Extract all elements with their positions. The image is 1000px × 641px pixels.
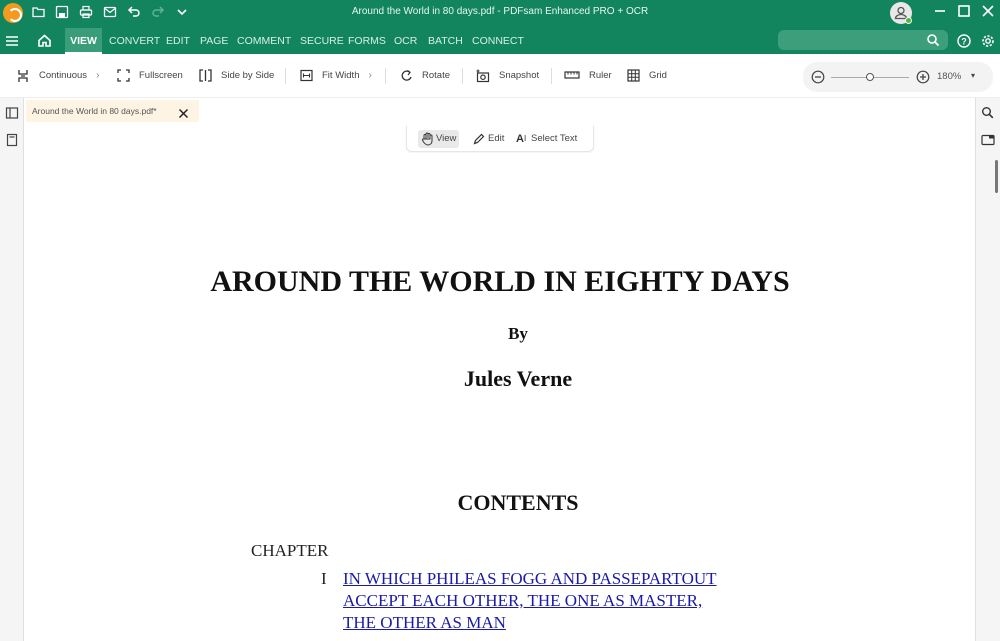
window-title: Around the World in 80 days.pdf - PDFsam… bbox=[351, 6, 649, 17]
zoom-slider-thumb[interactable] bbox=[866, 73, 874, 81]
fullscreen-icon bbox=[116, 69, 130, 83]
help-icon[interactable]: ? bbox=[957, 34, 971, 53]
view-mode-label: View bbox=[436, 133, 457, 144]
search-icon bbox=[927, 34, 940, 47]
search-document-icon[interactable] bbox=[981, 106, 994, 124]
continuous-button[interactable]: Continuous › bbox=[16, 68, 99, 84]
byline: By bbox=[508, 324, 528, 343]
ruler-label: Ruler bbox=[589, 70, 612, 81]
toolbar-divider bbox=[551, 68, 552, 84]
chapter-link[interactable]: IN WHICH PHILEAS FOGG AND PASSEPARTOUT A… bbox=[343, 568, 717, 634]
chapter-numeral: I bbox=[321, 569, 327, 588]
svg-text:?: ? bbox=[961, 37, 967, 47]
author-name: Jules Verne bbox=[463, 366, 573, 391]
document-tab[interactable]: Around the World in 80 days.pdf* bbox=[26, 100, 199, 122]
chevron-right-icon[interactable]: › bbox=[368, 68, 371, 84]
select-text-mode-button[interactable]: AI Select Text bbox=[513, 130, 580, 148]
fit-width-button[interactable]: Fit Width › bbox=[299, 68, 372, 84]
document-title: AROUND THE WORLD IN EIGHTY DAYS bbox=[210, 265, 790, 298]
chapter-link-line[interactable]: IN WHICH PHILEAS FOGG AND PASSEPARTOUT bbox=[343, 568, 717, 590]
edit-mode-label: Edit bbox=[488, 133, 505, 144]
title-bar: Around the World in 80 days.pdf - PDFsam… bbox=[0, 0, 1000, 28]
document-tab-label: Around the World in 80 days.pdf* bbox=[32, 106, 157, 116]
tab-connect[interactable]: CONNECT bbox=[468, 28, 528, 54]
ribbon-menu: VIEW CONVERT EDIT PAGE COMMENT SECURE FO… bbox=[0, 28, 1000, 54]
zoom-control: 180% ▾ bbox=[803, 62, 993, 92]
hand-icon bbox=[422, 132, 433, 146]
select-text-icon: AI bbox=[516, 133, 527, 145]
vertical-scrollbar-thumb[interactable] bbox=[995, 160, 998, 193]
chapter-link-line[interactable]: ACCEPT EACH OTHER, THE ONE AS MASTER, bbox=[343, 590, 717, 612]
side-by-side-icon bbox=[198, 69, 212, 83]
panel-toggle-icon[interactable] bbox=[5, 106, 19, 125]
search-input[interactable] bbox=[778, 30, 948, 50]
toolbar-divider bbox=[285, 68, 286, 84]
contents-heading: CONTENTS bbox=[457, 490, 579, 515]
online-status-dot bbox=[905, 17, 912, 24]
rotate-label: Rotate bbox=[422, 70, 450, 81]
close-window-button[interactable] bbox=[979, 4, 997, 22]
toolbar-divider bbox=[385, 68, 386, 84]
rotate-icon bbox=[399, 69, 413, 83]
ruler-icon bbox=[564, 69, 580, 83]
grid-button[interactable]: Grid bbox=[626, 68, 667, 84]
mode-bar: View Edit AI Select Text bbox=[406, 126, 594, 152]
chapter-label: CHAPTER bbox=[251, 541, 329, 560]
pencil-icon bbox=[473, 133, 485, 145]
snapshot-label: Snapshot bbox=[499, 70, 540, 81]
tab-convert[interactable]: CONVERT bbox=[105, 28, 164, 54]
fullscreen-label: Fullscreen bbox=[139, 70, 183, 81]
zoom-level[interactable]: 180% bbox=[937, 71, 961, 82]
grid-icon bbox=[626, 69, 640, 83]
select-text-label: Select Text bbox=[531, 133, 578, 144]
tab-view[interactable]: VIEW bbox=[65, 28, 102, 54]
view-mode-button[interactable]: View bbox=[418, 130, 460, 148]
snapshot-button[interactable]: Snapshot bbox=[476, 68, 539, 84]
tab-page[interactable]: PAGE bbox=[196, 28, 232, 54]
edit-mode-button[interactable]: Edit bbox=[470, 130, 507, 148]
zoom-in-icon[interactable] bbox=[916, 70, 930, 89]
fullscreen-button[interactable]: Fullscreen bbox=[116, 68, 183, 84]
fit-width-icon bbox=[299, 69, 313, 83]
close-tab-icon[interactable] bbox=[178, 105, 189, 127]
zoom-out-icon[interactable] bbox=[811, 70, 825, 89]
minimize-button[interactable] bbox=[931, 4, 949, 22]
side-by-side-label: Side by Side bbox=[221, 70, 275, 81]
tab-forms[interactable]: FORMS bbox=[344, 28, 390, 54]
rotate-button[interactable]: Rotate bbox=[399, 68, 450, 84]
ruler-button[interactable]: Ruler bbox=[564, 68, 612, 84]
grid-label: Grid bbox=[649, 70, 667, 81]
settings-gear-icon[interactable] bbox=[981, 34, 995, 53]
continuous-label: Continuous bbox=[39, 70, 88, 81]
side-by-side-button[interactable]: Side by Side bbox=[198, 68, 274, 84]
maximize-button[interactable] bbox=[955, 4, 973, 22]
thumbnails-icon[interactable] bbox=[6, 133, 18, 152]
continuous-icon bbox=[16, 69, 30, 83]
toolbar-divider bbox=[462, 68, 463, 84]
tab-edit[interactable]: EDIT bbox=[162, 28, 194, 54]
home-icon[interactable] bbox=[37, 33, 52, 53]
tab-batch[interactable]: BATCH bbox=[424, 28, 467, 54]
properties-panel-icon[interactable] bbox=[981, 133, 995, 151]
hamburger-menu-icon[interactable] bbox=[5, 34, 19, 53]
chevron-right-icon[interactable]: › bbox=[96, 68, 99, 84]
fit-width-label: Fit Width bbox=[322, 70, 360, 81]
zoom-dropdown-icon[interactable]: ▾ bbox=[971, 71, 975, 80]
tab-ocr[interactable]: OCR bbox=[390, 28, 421, 54]
chapter-link-line[interactable]: THE OTHER AS MAN bbox=[343, 612, 717, 634]
tab-secure[interactable]: SECURE bbox=[296, 28, 348, 54]
camera-icon bbox=[476, 69, 490, 83]
tab-comment[interactable]: COMMENT bbox=[233, 28, 295, 54]
